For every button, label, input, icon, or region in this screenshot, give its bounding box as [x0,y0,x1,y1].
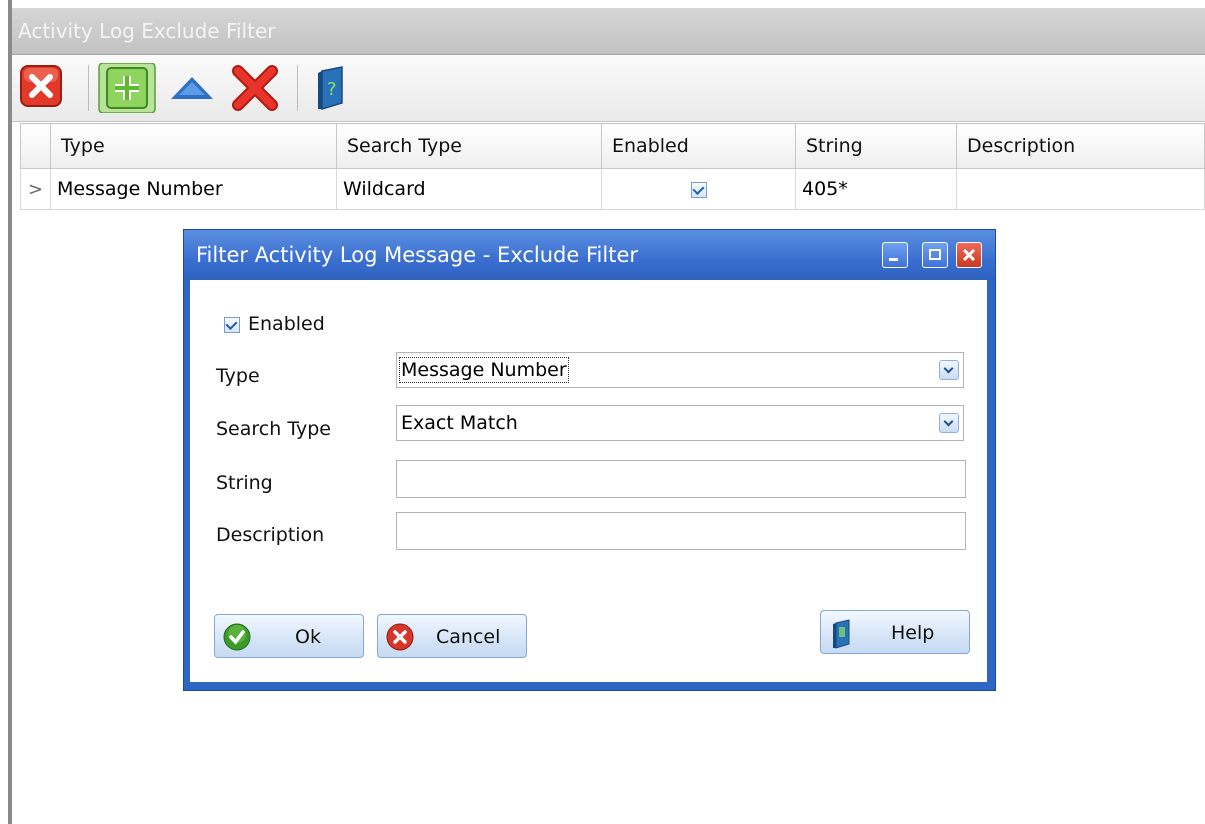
help-button[interactable]: Help [820,610,970,654]
filter-grid: Type Search Type Enabled String Descript… [20,123,1205,210]
add-button[interactable] [98,63,156,113]
book-help-icon [833,619,850,649]
svg-text:?: ? [327,79,337,100]
column-header-string[interactable]: String [795,123,957,169]
column-header-type[interactable]: Type [50,123,337,169]
cell-type[interactable]: Message Number [50,168,337,210]
enabled-checkbox[interactable] [224,317,240,333]
row-indicator-header [20,123,51,169]
dialog-close-button[interactable] [956,242,982,268]
toolbar-separator [297,65,298,111]
exclude-filter-dialog: Filter Activity Log Message - Exclude Fi… [183,229,996,691]
string-input[interactable] [396,460,966,498]
plus-green-icon [98,63,156,113]
dialog-title: Filter Activity Log Message - Exclude Fi… [196,243,638,267]
window-titlebar: Activity Log Exclude Filter [12,8,1205,55]
window-title: Activity Log Exclude Filter [18,19,276,43]
cell-enabled[interactable] [601,168,796,210]
close-icon [962,248,976,262]
cancel-red-icon [386,623,414,651]
column-header-search-type[interactable]: Search Type [336,123,602,169]
book-help-icon: ? [318,66,343,111]
description-input[interactable] [396,512,966,550]
string-label: String [216,472,273,494]
cancel-button[interactable]: Cancel [377,614,527,658]
cancel-label: Cancel [436,626,501,648]
ok-label: Ok [295,626,321,648]
column-header-description[interactable]: Description [956,123,1205,169]
grid-header-row: Type Search Type Enabled String Descript… [20,123,1205,169]
toolbar: ? [12,55,1205,122]
toolbar-separator [88,65,89,111]
type-dropdown[interactable]: Message Number [396,352,964,388]
checkmark-green-icon [223,623,251,651]
maximize-icon [929,249,941,260]
chevron-down-icon[interactable] [939,413,959,433]
close-red-icon [20,65,62,107]
search-type-dropdown[interactable]: Exact Match [396,405,964,441]
cell-string[interactable]: 405* [795,168,957,210]
table-row[interactable]: > Message Number Wildcard 405* [20,168,1205,210]
x-red-icon [232,65,278,111]
minimize-icon [889,258,898,261]
type-label: Type [216,365,260,387]
cell-description[interactable] [956,168,1205,210]
enabled-label[interactable]: Enabled [248,313,325,335]
dialog-titlebar: Filter Activity Log Message - Exclude Fi… [184,230,995,280]
minimize-button[interactable] [882,242,908,268]
help-button[interactable]: ? [312,63,360,113]
enabled-checkbox[interactable] [690,181,707,198]
type-value: Message Number [399,357,569,383]
dialog-body: Enabled Type Message Number Search Type … [190,280,987,682]
help-label: Help [891,622,935,644]
row-indicator[interactable]: > [20,168,51,210]
maximize-button[interactable] [922,242,948,268]
delete-button[interactable] [230,63,278,113]
ok-button[interactable]: Ok [214,614,364,658]
chevron-down-icon[interactable] [939,360,959,380]
column-header-enabled[interactable]: Enabled [601,123,796,169]
triangle-up-icon [171,77,213,99]
close-button[interactable] [18,63,66,113]
search-type-value: Exact Match [401,412,518,434]
cell-search-type[interactable]: Wildcard [336,168,602,210]
move-up-button[interactable] [167,63,215,113]
search-type-label: Search Type [216,418,331,440]
description-label: Description [216,524,325,546]
